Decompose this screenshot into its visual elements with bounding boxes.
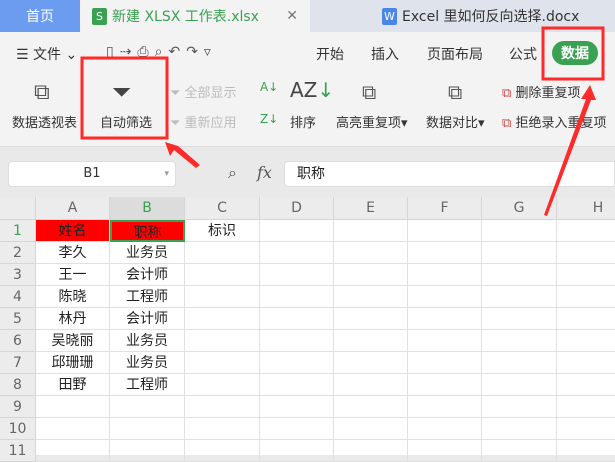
annotation-box-data (541, 26, 605, 81)
annotation-box-autofilter (80, 56, 169, 140)
annotation-arrow-autofilter (165, 142, 200, 168)
annotation-arrow-data (544, 85, 596, 216)
annotation-overlay (80, 26, 605, 216)
